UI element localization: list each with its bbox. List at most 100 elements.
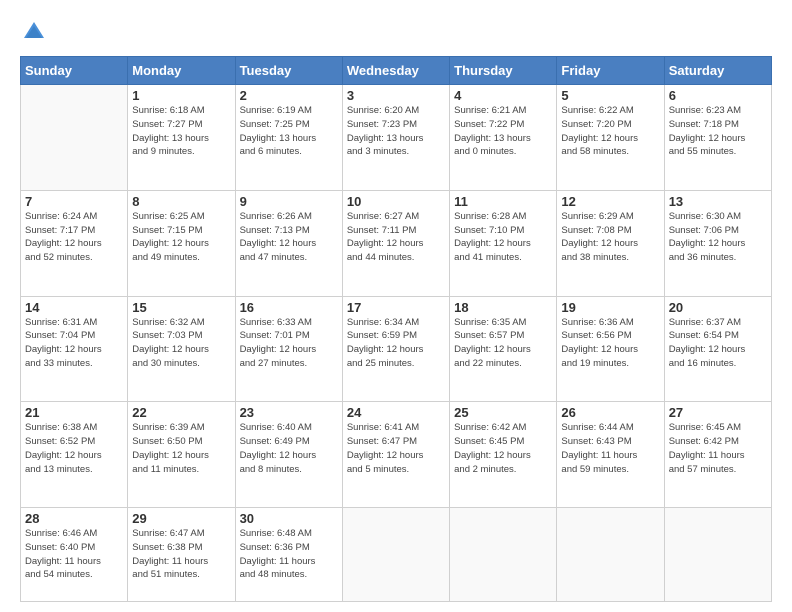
day-info: Sunrise: 6:28 AM Sunset: 7:10 PM Dayligh… bbox=[454, 210, 552, 265]
calendar-cell: 7Sunrise: 6:24 AM Sunset: 7:17 PM Daylig… bbox=[21, 190, 128, 296]
day-info: Sunrise: 6:19 AM Sunset: 7:25 PM Dayligh… bbox=[240, 104, 338, 159]
calendar-cell: 23Sunrise: 6:40 AM Sunset: 6:49 PM Dayli… bbox=[235, 402, 342, 508]
calendar-cell bbox=[664, 508, 771, 602]
calendar-cell bbox=[450, 508, 557, 602]
day-info: Sunrise: 6:23 AM Sunset: 7:18 PM Dayligh… bbox=[669, 104, 767, 159]
day-number: 9 bbox=[240, 194, 338, 209]
day-info: Sunrise: 6:34 AM Sunset: 6:59 PM Dayligh… bbox=[347, 316, 445, 371]
header bbox=[20, 18, 772, 46]
day-number: 6 bbox=[669, 88, 767, 103]
day-info: Sunrise: 6:20 AM Sunset: 7:23 PM Dayligh… bbox=[347, 104, 445, 159]
day-number: 8 bbox=[132, 194, 230, 209]
day-number: 15 bbox=[132, 300, 230, 315]
day-number: 19 bbox=[561, 300, 659, 315]
day-info: Sunrise: 6:40 AM Sunset: 6:49 PM Dayligh… bbox=[240, 421, 338, 476]
weekday-saturday: Saturday bbox=[664, 57, 771, 85]
day-number: 3 bbox=[347, 88, 445, 103]
day-number: 18 bbox=[454, 300, 552, 315]
day-number: 1 bbox=[132, 88, 230, 103]
day-number: 28 bbox=[25, 511, 123, 526]
day-info: Sunrise: 6:24 AM Sunset: 7:17 PM Dayligh… bbox=[25, 210, 123, 265]
day-info: Sunrise: 6:37 AM Sunset: 6:54 PM Dayligh… bbox=[669, 316, 767, 371]
day-info: Sunrise: 6:25 AM Sunset: 7:15 PM Dayligh… bbox=[132, 210, 230, 265]
day-info: Sunrise: 6:48 AM Sunset: 6:36 PM Dayligh… bbox=[240, 527, 338, 582]
weekday-thursday: Thursday bbox=[450, 57, 557, 85]
calendar-cell: 16Sunrise: 6:33 AM Sunset: 7:01 PM Dayli… bbox=[235, 296, 342, 402]
calendar-cell: 27Sunrise: 6:45 AM Sunset: 6:42 PM Dayli… bbox=[664, 402, 771, 508]
calendar-cell: 10Sunrise: 6:27 AM Sunset: 7:11 PM Dayli… bbox=[342, 190, 449, 296]
calendar-cell: 29Sunrise: 6:47 AM Sunset: 6:38 PM Dayli… bbox=[128, 508, 235, 602]
day-info: Sunrise: 6:44 AM Sunset: 6:43 PM Dayligh… bbox=[561, 421, 659, 476]
calendar-cell: 8Sunrise: 6:25 AM Sunset: 7:15 PM Daylig… bbox=[128, 190, 235, 296]
day-number: 22 bbox=[132, 405, 230, 420]
calendar-cell: 17Sunrise: 6:34 AM Sunset: 6:59 PM Dayli… bbox=[342, 296, 449, 402]
calendar-cell bbox=[21, 85, 128, 191]
day-info: Sunrise: 6:26 AM Sunset: 7:13 PM Dayligh… bbox=[240, 210, 338, 265]
week-row-2: 7Sunrise: 6:24 AM Sunset: 7:17 PM Daylig… bbox=[21, 190, 772, 296]
page: SundayMondayTuesdayWednesdayThursdayFrid… bbox=[0, 0, 792, 612]
day-info: Sunrise: 6:39 AM Sunset: 6:50 PM Dayligh… bbox=[132, 421, 230, 476]
day-info: Sunrise: 6:30 AM Sunset: 7:06 PM Dayligh… bbox=[669, 210, 767, 265]
calendar-cell: 3Sunrise: 6:20 AM Sunset: 7:23 PM Daylig… bbox=[342, 85, 449, 191]
day-number: 14 bbox=[25, 300, 123, 315]
day-info: Sunrise: 6:46 AM Sunset: 6:40 PM Dayligh… bbox=[25, 527, 123, 582]
day-number: 29 bbox=[132, 511, 230, 526]
day-info: Sunrise: 6:21 AM Sunset: 7:22 PM Dayligh… bbox=[454, 104, 552, 159]
calendar-cell: 22Sunrise: 6:39 AM Sunset: 6:50 PM Dayli… bbox=[128, 402, 235, 508]
calendar-cell: 18Sunrise: 6:35 AM Sunset: 6:57 PM Dayli… bbox=[450, 296, 557, 402]
calendar-cell: 26Sunrise: 6:44 AM Sunset: 6:43 PM Dayli… bbox=[557, 402, 664, 508]
day-info: Sunrise: 6:27 AM Sunset: 7:11 PM Dayligh… bbox=[347, 210, 445, 265]
calendar-table: SundayMondayTuesdayWednesdayThursdayFrid… bbox=[20, 56, 772, 602]
day-number: 30 bbox=[240, 511, 338, 526]
calendar-cell: 24Sunrise: 6:41 AM Sunset: 6:47 PM Dayli… bbox=[342, 402, 449, 508]
day-number: 17 bbox=[347, 300, 445, 315]
day-number: 12 bbox=[561, 194, 659, 209]
day-number: 4 bbox=[454, 88, 552, 103]
calendar-cell: 19Sunrise: 6:36 AM Sunset: 6:56 PM Dayli… bbox=[557, 296, 664, 402]
day-info: Sunrise: 6:41 AM Sunset: 6:47 PM Dayligh… bbox=[347, 421, 445, 476]
day-info: Sunrise: 6:47 AM Sunset: 6:38 PM Dayligh… bbox=[132, 527, 230, 582]
day-number: 24 bbox=[347, 405, 445, 420]
day-number: 23 bbox=[240, 405, 338, 420]
weekday-friday: Friday bbox=[557, 57, 664, 85]
calendar-cell: 11Sunrise: 6:28 AM Sunset: 7:10 PM Dayli… bbox=[450, 190, 557, 296]
calendar-cell: 13Sunrise: 6:30 AM Sunset: 7:06 PM Dayli… bbox=[664, 190, 771, 296]
calendar-cell: 1Sunrise: 6:18 AM Sunset: 7:27 PM Daylig… bbox=[128, 85, 235, 191]
day-number: 26 bbox=[561, 405, 659, 420]
day-number: 27 bbox=[669, 405, 767, 420]
day-number: 11 bbox=[454, 194, 552, 209]
calendar-cell: 20Sunrise: 6:37 AM Sunset: 6:54 PM Dayli… bbox=[664, 296, 771, 402]
calendar-cell bbox=[557, 508, 664, 602]
logo bbox=[20, 18, 52, 46]
day-number: 21 bbox=[25, 405, 123, 420]
day-number: 16 bbox=[240, 300, 338, 315]
week-row-3: 14Sunrise: 6:31 AM Sunset: 7:04 PM Dayli… bbox=[21, 296, 772, 402]
day-info: Sunrise: 6:38 AM Sunset: 6:52 PM Dayligh… bbox=[25, 421, 123, 476]
calendar-cell: 6Sunrise: 6:23 AM Sunset: 7:18 PM Daylig… bbox=[664, 85, 771, 191]
calendar-cell: 2Sunrise: 6:19 AM Sunset: 7:25 PM Daylig… bbox=[235, 85, 342, 191]
week-row-1: 1Sunrise: 6:18 AM Sunset: 7:27 PM Daylig… bbox=[21, 85, 772, 191]
day-info: Sunrise: 6:32 AM Sunset: 7:03 PM Dayligh… bbox=[132, 316, 230, 371]
calendar-cell bbox=[342, 508, 449, 602]
day-info: Sunrise: 6:36 AM Sunset: 6:56 PM Dayligh… bbox=[561, 316, 659, 371]
day-info: Sunrise: 6:42 AM Sunset: 6:45 PM Dayligh… bbox=[454, 421, 552, 476]
calendar-cell: 4Sunrise: 6:21 AM Sunset: 7:22 PM Daylig… bbox=[450, 85, 557, 191]
day-info: Sunrise: 6:18 AM Sunset: 7:27 PM Dayligh… bbox=[132, 104, 230, 159]
weekday-sunday: Sunday bbox=[21, 57, 128, 85]
calendar-cell: 15Sunrise: 6:32 AM Sunset: 7:03 PM Dayli… bbox=[128, 296, 235, 402]
calendar-cell: 25Sunrise: 6:42 AM Sunset: 6:45 PM Dayli… bbox=[450, 402, 557, 508]
week-row-5: 28Sunrise: 6:46 AM Sunset: 6:40 PM Dayli… bbox=[21, 508, 772, 602]
day-number: 2 bbox=[240, 88, 338, 103]
day-info: Sunrise: 6:33 AM Sunset: 7:01 PM Dayligh… bbox=[240, 316, 338, 371]
weekday-tuesday: Tuesday bbox=[235, 57, 342, 85]
weekday-header-row: SundayMondayTuesdayWednesdayThursdayFrid… bbox=[21, 57, 772, 85]
day-number: 13 bbox=[669, 194, 767, 209]
weekday-monday: Monday bbox=[128, 57, 235, 85]
day-number: 20 bbox=[669, 300, 767, 315]
day-number: 7 bbox=[25, 194, 123, 209]
day-number: 10 bbox=[347, 194, 445, 209]
day-info: Sunrise: 6:45 AM Sunset: 6:42 PM Dayligh… bbox=[669, 421, 767, 476]
week-row-4: 21Sunrise: 6:38 AM Sunset: 6:52 PM Dayli… bbox=[21, 402, 772, 508]
calendar-cell: 5Sunrise: 6:22 AM Sunset: 7:20 PM Daylig… bbox=[557, 85, 664, 191]
calendar-cell: 21Sunrise: 6:38 AM Sunset: 6:52 PM Dayli… bbox=[21, 402, 128, 508]
